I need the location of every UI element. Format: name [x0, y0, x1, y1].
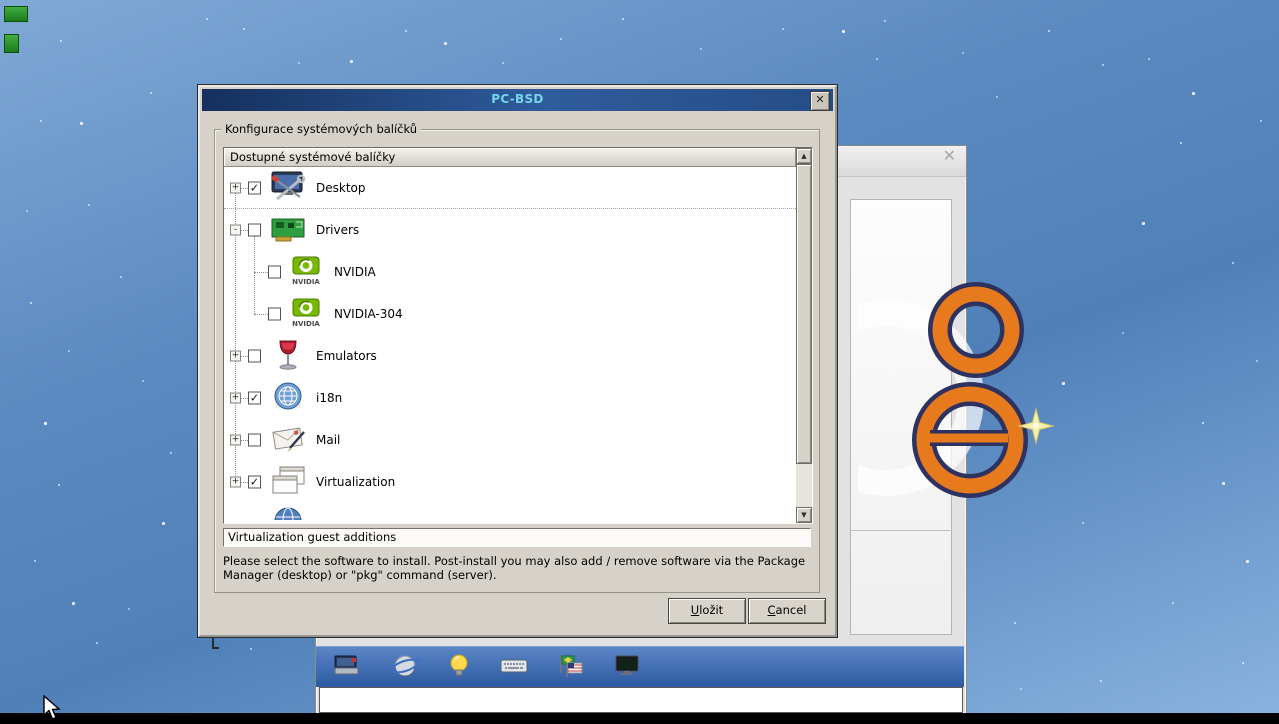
save-button[interactable]: Uložit: [668, 598, 746, 624]
tree-item-emulators[interactable]: + Emulators: [224, 335, 796, 377]
artifact-mark: [212, 638, 219, 649]
tree-scrollbar[interactable]: ▲ ▼: [796, 148, 812, 523]
tree-item-label: i18n: [316, 391, 343, 405]
tree-item-label: NVIDIA: [334, 265, 376, 279]
package-config-groupbox: Konfigurace systémových balíčků Dostupné…: [214, 122, 820, 593]
button-label-part: ložit: [699, 603, 724, 617]
installer-toolbar: Zrušit Zpět Další: [316, 646, 964, 687]
tree-item-partial[interactable]: [224, 503, 796, 520]
collapse-icon[interactable]: -: [230, 224, 241, 236]
drivers-icon: [268, 212, 308, 248]
keyboard-icon: [500, 659, 528, 673]
scrollbar-thumb[interactable]: [796, 164, 812, 464]
mail-icon: [268, 422, 308, 458]
button-label-part: U: [690, 603, 700, 617]
nvidia-icon: NVIDIA: [286, 254, 326, 290]
tree-item-i18n[interactable]: + ✓ i18n: [224, 377, 796, 419]
tree-item-label: Mail: [316, 433, 341, 447]
cancel-button[interactable]: Cancel: [748, 598, 826, 624]
installer-panel-divider: [850, 530, 952, 531]
tree-item-label: NVIDIA-304: [334, 307, 403, 321]
nvidia-icon: NVIDIA: [286, 296, 326, 332]
tree-item-mail[interactable]: + Mail: [224, 419, 796, 461]
close-icon[interactable]: ✕: [810, 91, 830, 111]
expand-icon[interactable]: +: [230, 476, 241, 488]
tree-body: + ✓ Desktop - Drivers NVIDIA NVIDIA NVID…: [224, 167, 796, 523]
package-tree: Dostupné systémové balíčky + ✓ Desktop -…: [223, 147, 813, 524]
scroll-up-icon[interactable]: ▲: [796, 148, 812, 164]
terminal-icon: [615, 655, 639, 675]
checkbox[interactable]: [268, 265, 281, 279]
expand-icon[interactable]: +: [230, 434, 241, 446]
tree-item-nvidia[interactable]: NVIDIA NVIDIA: [224, 251, 796, 293]
expand-icon[interactable]: +: [230, 392, 241, 404]
tree-item-virtualization[interactable]: + ✓ Virtualization: [224, 461, 796, 503]
close-icon[interactable]: ✕: [943, 146, 956, 165]
checkbox[interactable]: ✓: [248, 475, 261, 489]
locale-flags-icon: [560, 655, 583, 677]
dialog-description: Please select the software to install. P…: [223, 554, 806, 582]
tree-item-label: Emulators: [316, 349, 377, 363]
tree-item-label: Drivers: [316, 223, 360, 237]
svg-text:NVIDIA: NVIDIA: [292, 320, 320, 328]
tree-branch-line: [254, 236, 255, 314]
button-label-part: ancel: [775, 603, 807, 617]
checkbox[interactable]: ✓: [248, 391, 261, 405]
pcbsd-package-dialog: PC-BSD ✕ Konfigurace systémových balíčků…: [198, 85, 837, 637]
desktop-artifact-block: [4, 34, 19, 53]
tree-item-nvidia-304[interactable]: NVIDIA NVIDIA-304: [224, 293, 796, 335]
dialog-titlebar[interactable]: PC-BSD ✕: [202, 89, 833, 111]
checkbox[interactable]: [268, 307, 281, 321]
i18n-globe-icon: [268, 380, 308, 416]
mouse-cursor: [43, 695, 61, 720]
desktop-artifact-block: [4, 6, 28, 22]
expand-icon[interactable]: +: [230, 182, 241, 193]
scroll-down-icon[interactable]: ▼: [796, 507, 812, 523]
svg-text:NVIDIA: NVIDIA: [292, 278, 320, 286]
checkbox[interactable]: ✓: [248, 181, 261, 194]
emulators-icon: [268, 338, 308, 374]
dialog-title: PC-BSD: [491, 92, 544, 106]
pcbsd-logo-art: [858, 282, 1055, 498]
tree-item-desktop[interactable]: + ✓ Desktop: [224, 167, 796, 209]
groupbox-label: Konfigurace systémových balíčků: [221, 122, 422, 136]
tree-item-drivers[interactable]: - Drivers: [224, 209, 796, 251]
install-software-icon: [334, 655, 359, 675]
expand-icon[interactable]: +: [230, 350, 241, 362]
installer-statusbar: [319, 687, 963, 713]
desktop: ✕ PC-BSD ✕ Konfigurace systémových balíč…: [0, 0, 1279, 724]
button-label-part: C: [767, 603, 776, 617]
star-speckles-bright: [0, 0, 3, 3]
tree-header[interactable]: Dostupné systémové balíčky: [224, 148, 796, 167]
screen-letterbox: [0, 713, 1279, 724]
virtualization-icon: [268, 464, 308, 500]
selected-item-status: Virtualization guest additions: [223, 528, 811, 547]
checkbox[interactable]: [248, 349, 261, 363]
checkbox[interactable]: [248, 433, 261, 447]
globe-icon: [268, 505, 308, 520]
desktop-icon: [268, 170, 308, 206]
hint-bulb-icon: [450, 654, 468, 676]
checkbox[interactable]: [248, 223, 261, 237]
network-globe-icon: [391, 655, 420, 677]
tree-item-label: Desktop: [316, 180, 366, 195]
tree-item-label: Virtualization: [316, 475, 396, 489]
